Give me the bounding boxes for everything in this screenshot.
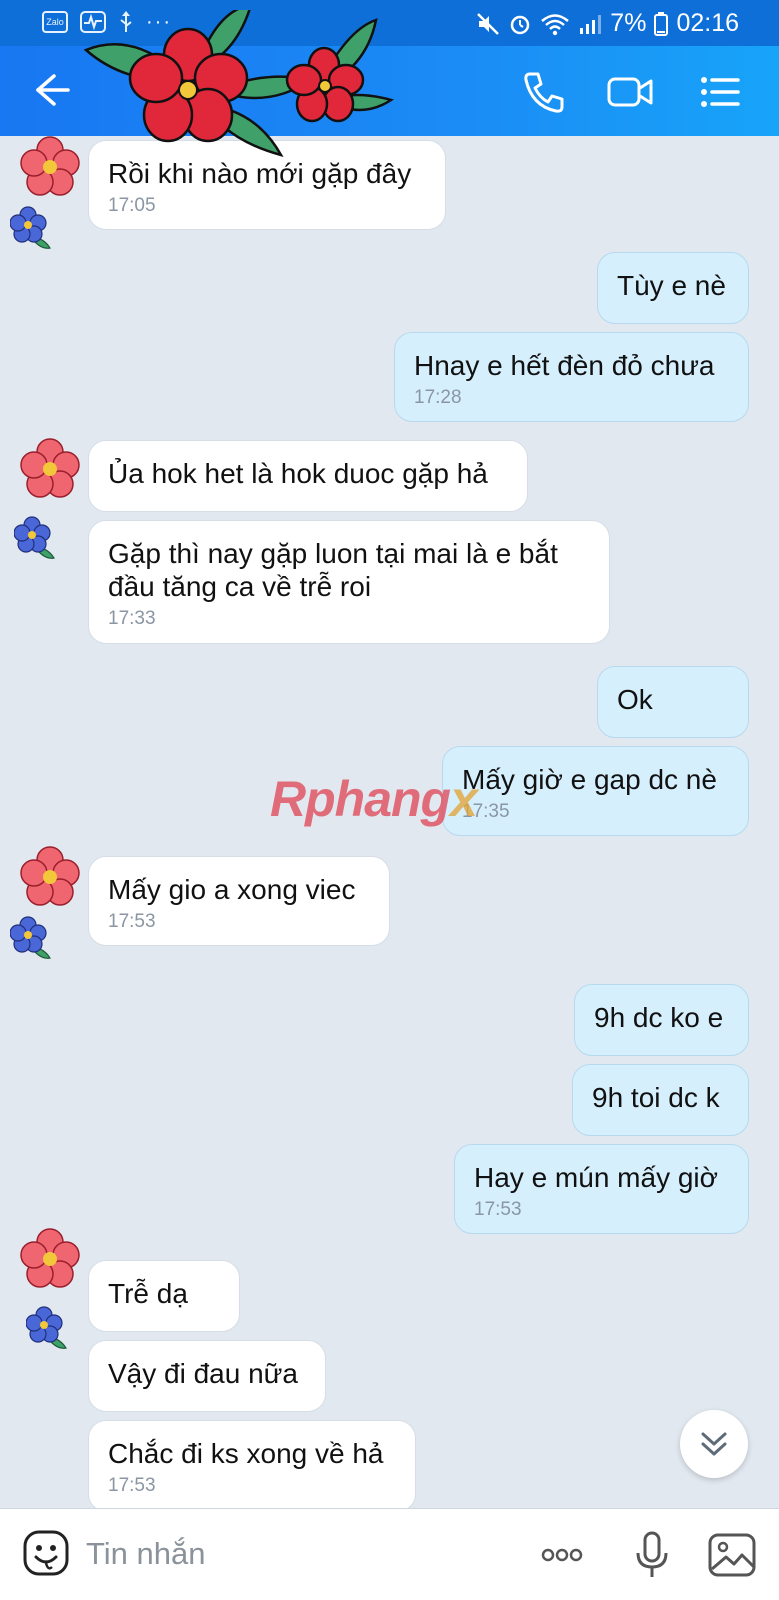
message-text: 9h toi dc k [592,1082,720,1113]
message-text: Hay e mún mấy giờ [474,1162,719,1193]
incoming-message[interactable]: Chắc đi ks xong về hả 17:53 [88,1420,416,1508]
outgoing-message[interactable]: Mấy giờ e gap dc nè 17:35 [442,746,749,836]
message-text: 9h dc ko e [594,1002,724,1033]
message-text: Hnay e hết đèn đỏ chưa [414,350,715,381]
incoming-message[interactable]: Vậy đi đau nữa [88,1340,326,1412]
outgoing-message[interactable]: 9h toi dc k [572,1064,749,1136]
outgoing-message[interactable]: 9h dc ko e [574,984,749,1056]
sender-avatar[interactable] [20,1226,80,1290]
outgoing-message[interactable]: Ok [597,666,749,738]
incoming-message[interactable]: Trễ dạ [88,1260,240,1332]
message-text: Trễ dạ [108,1278,188,1309]
mute-icon [477,12,500,35]
system-indicators: 7% 02:16 [476,9,739,38]
blue-flower-icon [26,1306,67,1349]
blue-flower-icon [10,206,51,249]
message-text: Vậy đi đau nữa [108,1358,298,1389]
alarm-icon [511,15,530,34]
incoming-message[interactable]: Gặp thì nay gặp luon tại mai là e bắt đầ… [88,520,610,644]
message-text: Gặp thì nay gặp luon tại mai là e bắt đầ… [108,538,558,602]
message-composer [0,1508,779,1600]
more-icon[interactable] [536,1529,588,1581]
outgoing-message[interactable]: Tùy e nè [597,252,749,324]
message-time: 17:53 [108,1475,156,1496]
outgoing-message[interactable]: Hnay e hết đèn đỏ chưa 17:28 [394,332,749,422]
message-time: 17:53 [108,911,156,932]
message-text: Chắc đi ks xong về hả [108,1438,384,1469]
message-time: 17:33 [108,608,156,629]
chevron-down-icon [701,1432,727,1456]
zalo-icon: Zalo [42,11,68,33]
sender-avatar[interactable] [20,844,80,908]
sender-avatar[interactable] [20,436,80,500]
message-text: Tùy e nè [617,270,726,301]
clock: 02:16 [676,9,739,37]
message-text: Ok [617,684,653,715]
menu-icon[interactable] [696,68,744,116]
outgoing-message[interactable]: Hay e mún mấy giờ 17:53 [454,1144,749,1234]
incoming-message[interactable]: Ủa hok het là hok duoc gặp hả [88,440,528,512]
message-time: 17:53 [474,1199,522,1220]
scroll-to-bottom-button[interactable] [680,1410,748,1478]
blue-flower-icon [10,916,51,959]
blue-flower-icon [14,516,55,559]
signal-icon [580,14,602,34]
video-call-icon[interactable] [606,68,654,116]
message-text: Rồi khi nào mới gặp đây [108,158,412,189]
message-text: Mấy giờ e gap dc nè [462,764,717,795]
image-icon[interactable] [706,1529,758,1581]
watermark-logo: Rphangx [270,771,478,827]
message-time: 17:05 [108,195,156,216]
message-input[interactable] [86,1531,506,1577]
incoming-message[interactable]: Mấy gio a xong viec 17:53 [88,856,390,946]
call-icon[interactable] [520,68,568,116]
microphone-icon[interactable] [626,1529,678,1581]
sender-avatar[interactable] [20,136,80,196]
wifi-icon [541,13,570,35]
message-time: 17:35 [462,801,510,822]
flower-sticker-decoration [83,10,394,157]
message-text: Mấy gio a xong viec [108,874,356,905]
message-time: 17:28 [414,387,462,408]
battery-level: 7% [610,9,647,37]
back-icon[interactable] [32,70,72,110]
emoji-icon[interactable] [22,1529,70,1577]
battery-icon [654,11,669,36]
message-text: Ủa hok het là hok duoc gặp hả [108,458,488,489]
